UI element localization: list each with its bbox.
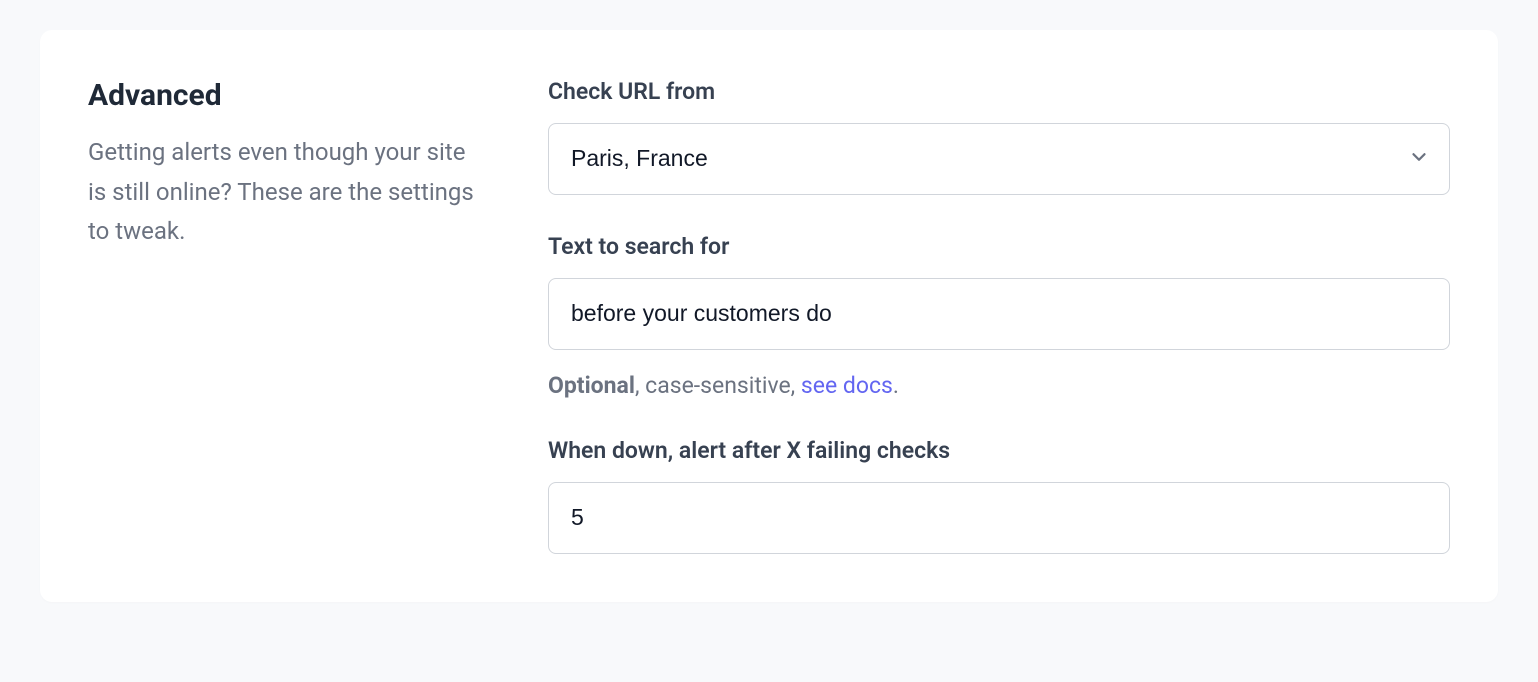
section-description: Getting alerts even though your site is …	[88, 133, 488, 252]
alert-after-label: When down, alert after X failing checks	[548, 437, 1450, 464]
see-docs-link[interactable]: see docs	[801, 372, 893, 399]
search-text-label: Text to search for	[548, 233, 1450, 260]
help-period: .	[893, 372, 899, 399]
help-optional: Optional	[548, 372, 635, 399]
alert-after-group: When down, alert after X failing checks	[548, 437, 1450, 554]
check-url-select[interactable]: Paris, France	[548, 123, 1450, 195]
help-mid: , case-sensitive,	[635, 372, 801, 399]
alert-after-input[interactable]	[548, 482, 1450, 554]
search-text-help: Optional, case-sensitive, see docs.	[548, 372, 1450, 399]
check-url-label: Check URL from	[548, 78, 1450, 105]
search-text-input[interactable]	[548, 278, 1450, 350]
form-fields: Check URL from Paris, France Text to sea…	[548, 78, 1450, 554]
section-header: Advanced Getting alerts even though your…	[88, 78, 488, 554]
section-title: Advanced	[88, 78, 488, 113]
advanced-settings-card: Advanced Getting alerts even though your…	[40, 30, 1498, 602]
check-url-group: Check URL from Paris, France	[548, 78, 1450, 195]
search-text-group: Text to search for Optional, case-sensit…	[548, 233, 1450, 399]
check-url-select-wrapper: Paris, France	[548, 123, 1450, 195]
